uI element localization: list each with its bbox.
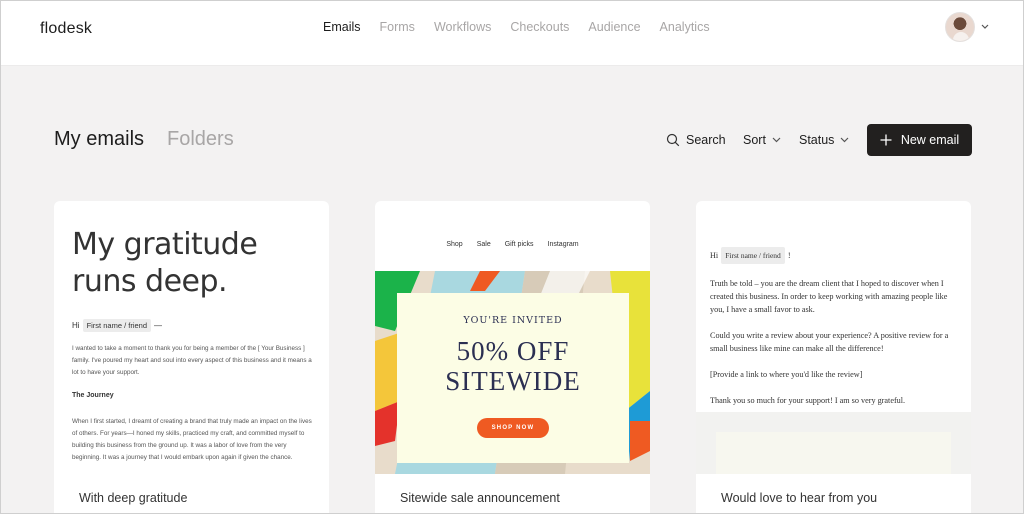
preview-greeting: Hi First name / friend —: [72, 319, 162, 332]
hero-line-1: My gratitude: [72, 227, 258, 262]
chevron-down-icon: [841, 137, 849, 143]
preview-paragraph-2: Could you write a review about your expe…: [710, 331, 949, 353]
preview-paragraph-3: [Provide a link to where you'd like the …: [710, 370, 863, 379]
top-navigation-bar: flodesk Emails Forms Workflows Checkouts…: [1, 1, 1023, 66]
chevron-down-icon[interactable]: [981, 22, 989, 31]
flodesk-logo[interactable]: flodesk: [40, 20, 92, 38]
mini-nav-gift-picks: Gift picks: [504, 241, 534, 248]
new-email-label: New email: [900, 133, 960, 147]
status-dropdown[interactable]: Status: [799, 133, 849, 147]
sort-dropdown[interactable]: Sort: [743, 133, 781, 147]
nav-audience[interactable]: Audience: [588, 20, 640, 34]
sale-banner-image: YOU'RE INVITED 50% OFF SITEWIDE SHOP NOW: [375, 271, 650, 474]
card-title: Sitewide sale announcement: [400, 491, 560, 505]
preview-heading: The Journey: [72, 392, 114, 399]
mini-nav-sale: Sale: [476, 241, 491, 248]
new-email-button[interactable]: New email: [867, 124, 972, 156]
tab-folders[interactable]: Folders: [167, 128, 234, 151]
user-avatar[interactable]: [945, 12, 975, 42]
search-icon: [666, 133, 680, 147]
shop-now-button: SHOP NOW: [476, 418, 550, 438]
nav-emails[interactable]: Emails: [323, 20, 361, 34]
offer-line-2: SITEWIDE: [445, 366, 581, 396]
preview-paragraph-1: Truth be told – you are the dream client…: [710, 279, 948, 314]
search-button[interactable]: Search: [666, 133, 726, 147]
invited-text: YOU'RE INVITED: [463, 315, 563, 326]
preview-mini-nav: Shop Sale Gift picks Instagram: [375, 241, 650, 248]
preview-greeting: Hi First name / friend !: [710, 247, 960, 264]
preview-paragraph-4: Thank you so much for your support! I am…: [710, 396, 906, 405]
greeting-text: Hi: [710, 251, 719, 260]
nav-analytics[interactable]: Analytics: [660, 20, 710, 34]
greeting-text: Hi: [72, 321, 80, 330]
email-card-gratitude[interactable]: My gratitude runs deep. Hi First name / …: [54, 201, 329, 514]
nav-workflows[interactable]: Workflows: [434, 20, 491, 34]
card-title: With deep gratitude: [79, 491, 188, 505]
status-label: Status: [799, 133, 835, 147]
preview-paragraph-1: I wanted to take a moment to thank you f…: [72, 345, 312, 376]
preview-paragraph-2: When I first started, I dreamt of creati…: [72, 418, 312, 461]
nav-forms[interactable]: Forms: [380, 20, 415, 34]
search-label: Search: [686, 133, 726, 147]
tab-my-emails[interactable]: My emails: [54, 128, 144, 151]
nav-checkouts[interactable]: Checkouts: [510, 20, 569, 34]
sort-label: Sort: [743, 133, 766, 147]
offer-line-1: 50% OFF: [456, 336, 570, 366]
email-card-sitewide-sale[interactable]: Shop Sale Gift picks Instagram YOU'RE IN…: [375, 201, 650, 514]
preview-body: Hi First name / friend ! Truth be told –…: [710, 247, 960, 420]
main-nav: Emails Forms Workflows Checkouts Audienc…: [323, 20, 729, 34]
card-title: Would love to hear from you: [721, 491, 878, 505]
greeting-suffix: !: [787, 251, 791, 260]
merge-tag-chip: First name / friend: [721, 247, 785, 264]
chevron-down-icon: [772, 137, 781, 143]
preview-footer-inner: [716, 432, 951, 474]
email-card-review-request[interactable]: Hi First name / friend ! Truth be told –…: [696, 201, 971, 514]
hero-line-2: runs deep.: [72, 264, 228, 299]
greeting-suffix: —: [154, 321, 162, 330]
plus-icon: [880, 134, 892, 146]
sale-offer-box: YOU'RE INVITED 50% OFF SITEWIDE SHOP NOW: [397, 293, 629, 463]
preview-hero: My gratitude runs deep.: [72, 226, 258, 300]
merge-tag-chip: First name / friend: [82, 319, 151, 332]
mini-nav-shop: Shop: [446, 241, 463, 248]
mini-nav-instagram: Instagram: [547, 241, 579, 248]
